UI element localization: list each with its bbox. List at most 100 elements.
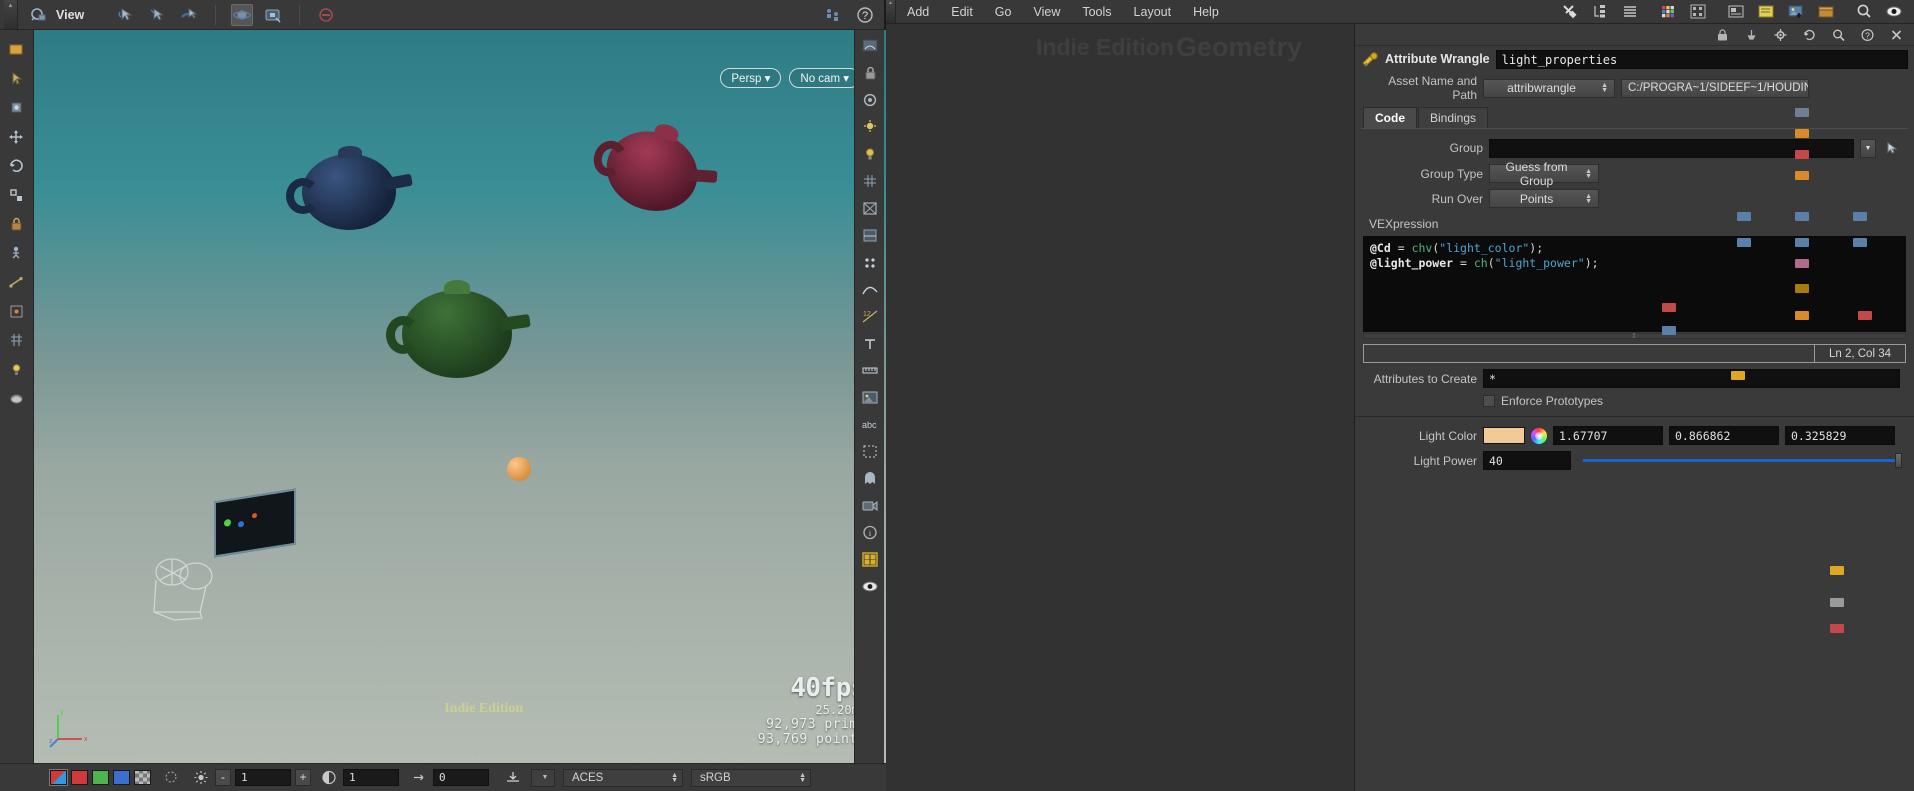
- green-channel[interactable]: [92, 770, 109, 785]
- menu-view[interactable]: View: [1022, 5, 1071, 19]
- camera-icon[interactable]: [860, 90, 880, 110]
- pane-grip-handle[interactable]: [4, 0, 18, 29]
- light-color-b-field[interactable]: 0.325829: [1785, 426, 1895, 445]
- camera-view-icon[interactable]: [860, 495, 880, 515]
- sel-icon[interactable]: [860, 441, 880, 461]
- grid-snap-icon[interactable]: [860, 171, 880, 191]
- light-icon-2[interactable]: [860, 117, 880, 137]
- ocio-display-dropdown[interactable]: sRGB ▲ ▼: [691, 768, 811, 787]
- image-icon[interactable]: [860, 387, 880, 407]
- gear-icon[interactable]: [1770, 25, 1790, 45]
- run-over-dropdown[interactable]: Points ▲ ▼: [1489, 189, 1599, 208]
- group-pick-icon[interactable]: [1882, 138, 1902, 158]
- light-power-field[interactable]: 40: [1483, 451, 1571, 470]
- asset-name-dropdown[interactable]: attribwrangle ▲ ▼: [1483, 78, 1615, 98]
- rotate-icon[interactable]: [7, 156, 27, 176]
- light-power-slider[interactable]: [1583, 453, 1902, 468]
- text-icon[interactable]: [860, 333, 880, 353]
- viewport-layout-icon[interactable]: [822, 4, 844, 26]
- disable-icon[interactable]: [315, 4, 337, 26]
- offset-icon[interactable]: [409, 768, 429, 788]
- exposure-decrement-button[interactable]: -: [215, 769, 231, 786]
- uv-icon[interactable]: [860, 225, 880, 245]
- menu-help[interactable]: Help: [1182, 5, 1230, 19]
- camera-dropdown[interactable]: No cam ▾: [789, 68, 860, 88]
- grid-icon[interactable]: [7, 330, 27, 350]
- gamma-icon[interactable]: [319, 768, 339, 788]
- bulb-icon[interactable]: [860, 144, 880, 164]
- note-icon[interactable]: [1756, 2, 1776, 22]
- exposure-increment-button[interactable]: +: [295, 769, 311, 786]
- scale-icon[interactable]: [7, 185, 27, 205]
- menu-layout[interactable]: Layout: [1123, 5, 1183, 19]
- code-resize-handle[interactable]: ⣿: [1363, 333, 1906, 339]
- abc-icon[interactable]: abc: [860, 414, 880, 434]
- history-icon[interactable]: [1799, 25, 1819, 45]
- handle-icon[interactable]: [7, 98, 27, 118]
- ghost-icon[interactable]: [860, 468, 880, 488]
- select-icon[interactable]: [7, 69, 27, 89]
- pose-icon[interactable]: [7, 243, 27, 263]
- move-icon[interactable]: [7, 127, 27, 147]
- eye-icon[interactable]: [860, 576, 880, 596]
- image-add-icon[interactable]: [1786, 2, 1806, 22]
- lock-view-icon[interactable]: [860, 63, 880, 83]
- blue-channel[interactable]: [113, 770, 130, 785]
- measure-2-icon[interactable]: 12: [860, 306, 880, 326]
- box-icon[interactable]: [1816, 2, 1836, 22]
- palette-icon[interactable]: [1658, 2, 1678, 22]
- tab-code[interactable]: Code: [1363, 107, 1417, 128]
- enforce-prototypes-checkbox[interactable]: [1483, 395, 1495, 407]
- light-color-swatch[interactable]: [1483, 427, 1525, 444]
- viewport-menu-button[interactable]: View: [18, 4, 98, 26]
- light-color-g-field[interactable]: 0.866862: [1669, 426, 1779, 445]
- offset-value-field[interactable]: 0: [433, 769, 489, 786]
- exposure-icon[interactable]: [191, 768, 211, 788]
- handle-tool-icon[interactable]: [147, 4, 169, 26]
- eye-icon[interactable]: [1884, 2, 1904, 22]
- view-icon[interactable]: [7, 40, 27, 60]
- vex-code-editor[interactable]: @Cd = chv("light_color"); @light_power =…: [1363, 236, 1906, 332]
- ruler-icon[interactable]: [860, 360, 880, 380]
- rgba-icon[interactable]: [49, 769, 68, 786]
- pin-icon[interactable]: [1741, 25, 1761, 45]
- search-icon[interactable]: [1854, 2, 1874, 22]
- alpha-channel[interactable]: [134, 770, 151, 785]
- light-color-r-field[interactable]: 1.67707: [1553, 426, 1663, 445]
- attributes-to-create-field[interactable]: *: [1483, 369, 1900, 388]
- lut-icon[interactable]: [503, 768, 523, 788]
- info-icon[interactable]: i: [860, 522, 880, 542]
- node-name-field[interactable]: light_properties: [1495, 49, 1908, 69]
- light-icon[interactable]: [7, 359, 27, 379]
- search-icon[interactable]: [1828, 25, 1848, 45]
- layout-grid-icon[interactable]: [860, 549, 880, 569]
- group-type-dropdown[interactable]: Guess from Group ▲ ▼: [1489, 160, 1599, 188]
- light-power-slider-knob[interactable]: [1895, 453, 1902, 468]
- ocio-view-dropdown[interactable]: ACES ▲ ▼: [563, 768, 683, 787]
- point-icon[interactable]: [860, 252, 880, 272]
- red-channel[interactable]: [71, 770, 88, 785]
- asset-path-field[interactable]: C:/PROGRA~1/SIDEEF~1/HOUDIN~1.46...: [1621, 78, 1809, 98]
- viewport-3d-canvas[interactable]: Persp ▾ No cam ▾ Indie Edition 40fps 25.…: [34, 30, 886, 763]
- curve-icon[interactable]: [860, 279, 880, 299]
- gamma-value-field[interactable]: 1: [343, 769, 399, 786]
- menu-add[interactable]: Add: [896, 5, 940, 19]
- projection-dropdown[interactable]: Persp ▾: [720, 68, 782, 88]
- lut-dropdown[interactable]: ▼: [531, 768, 555, 787]
- tab-bindings[interactable]: Bindings: [1418, 107, 1489, 128]
- menubar-grip[interactable]: [886, 0, 896, 23]
- view-tool-icon[interactable]: [178, 4, 200, 26]
- select-tool-icon[interactable]: [116, 4, 138, 26]
- material-icon[interactable]: [7, 388, 27, 408]
- color-wheel-icon[interactable]: [1531, 427, 1547, 444]
- snap-icon[interactable]: [7, 301, 27, 321]
- snapshot-icon[interactable]: [262, 4, 284, 26]
- exposure-value-field[interactable]: 1: [235, 769, 291, 786]
- tree-icon[interactable]: [1590, 2, 1610, 22]
- lock-icon[interactable]: [1712, 25, 1732, 45]
- menu-tools[interactable]: Tools: [1071, 5, 1122, 19]
- layout-icon[interactable]: [1726, 2, 1746, 22]
- geometry-icon[interactable]: [860, 198, 880, 218]
- menu-go[interactable]: Go: [984, 5, 1023, 19]
- help-icon[interactable]: ?: [1857, 25, 1877, 45]
